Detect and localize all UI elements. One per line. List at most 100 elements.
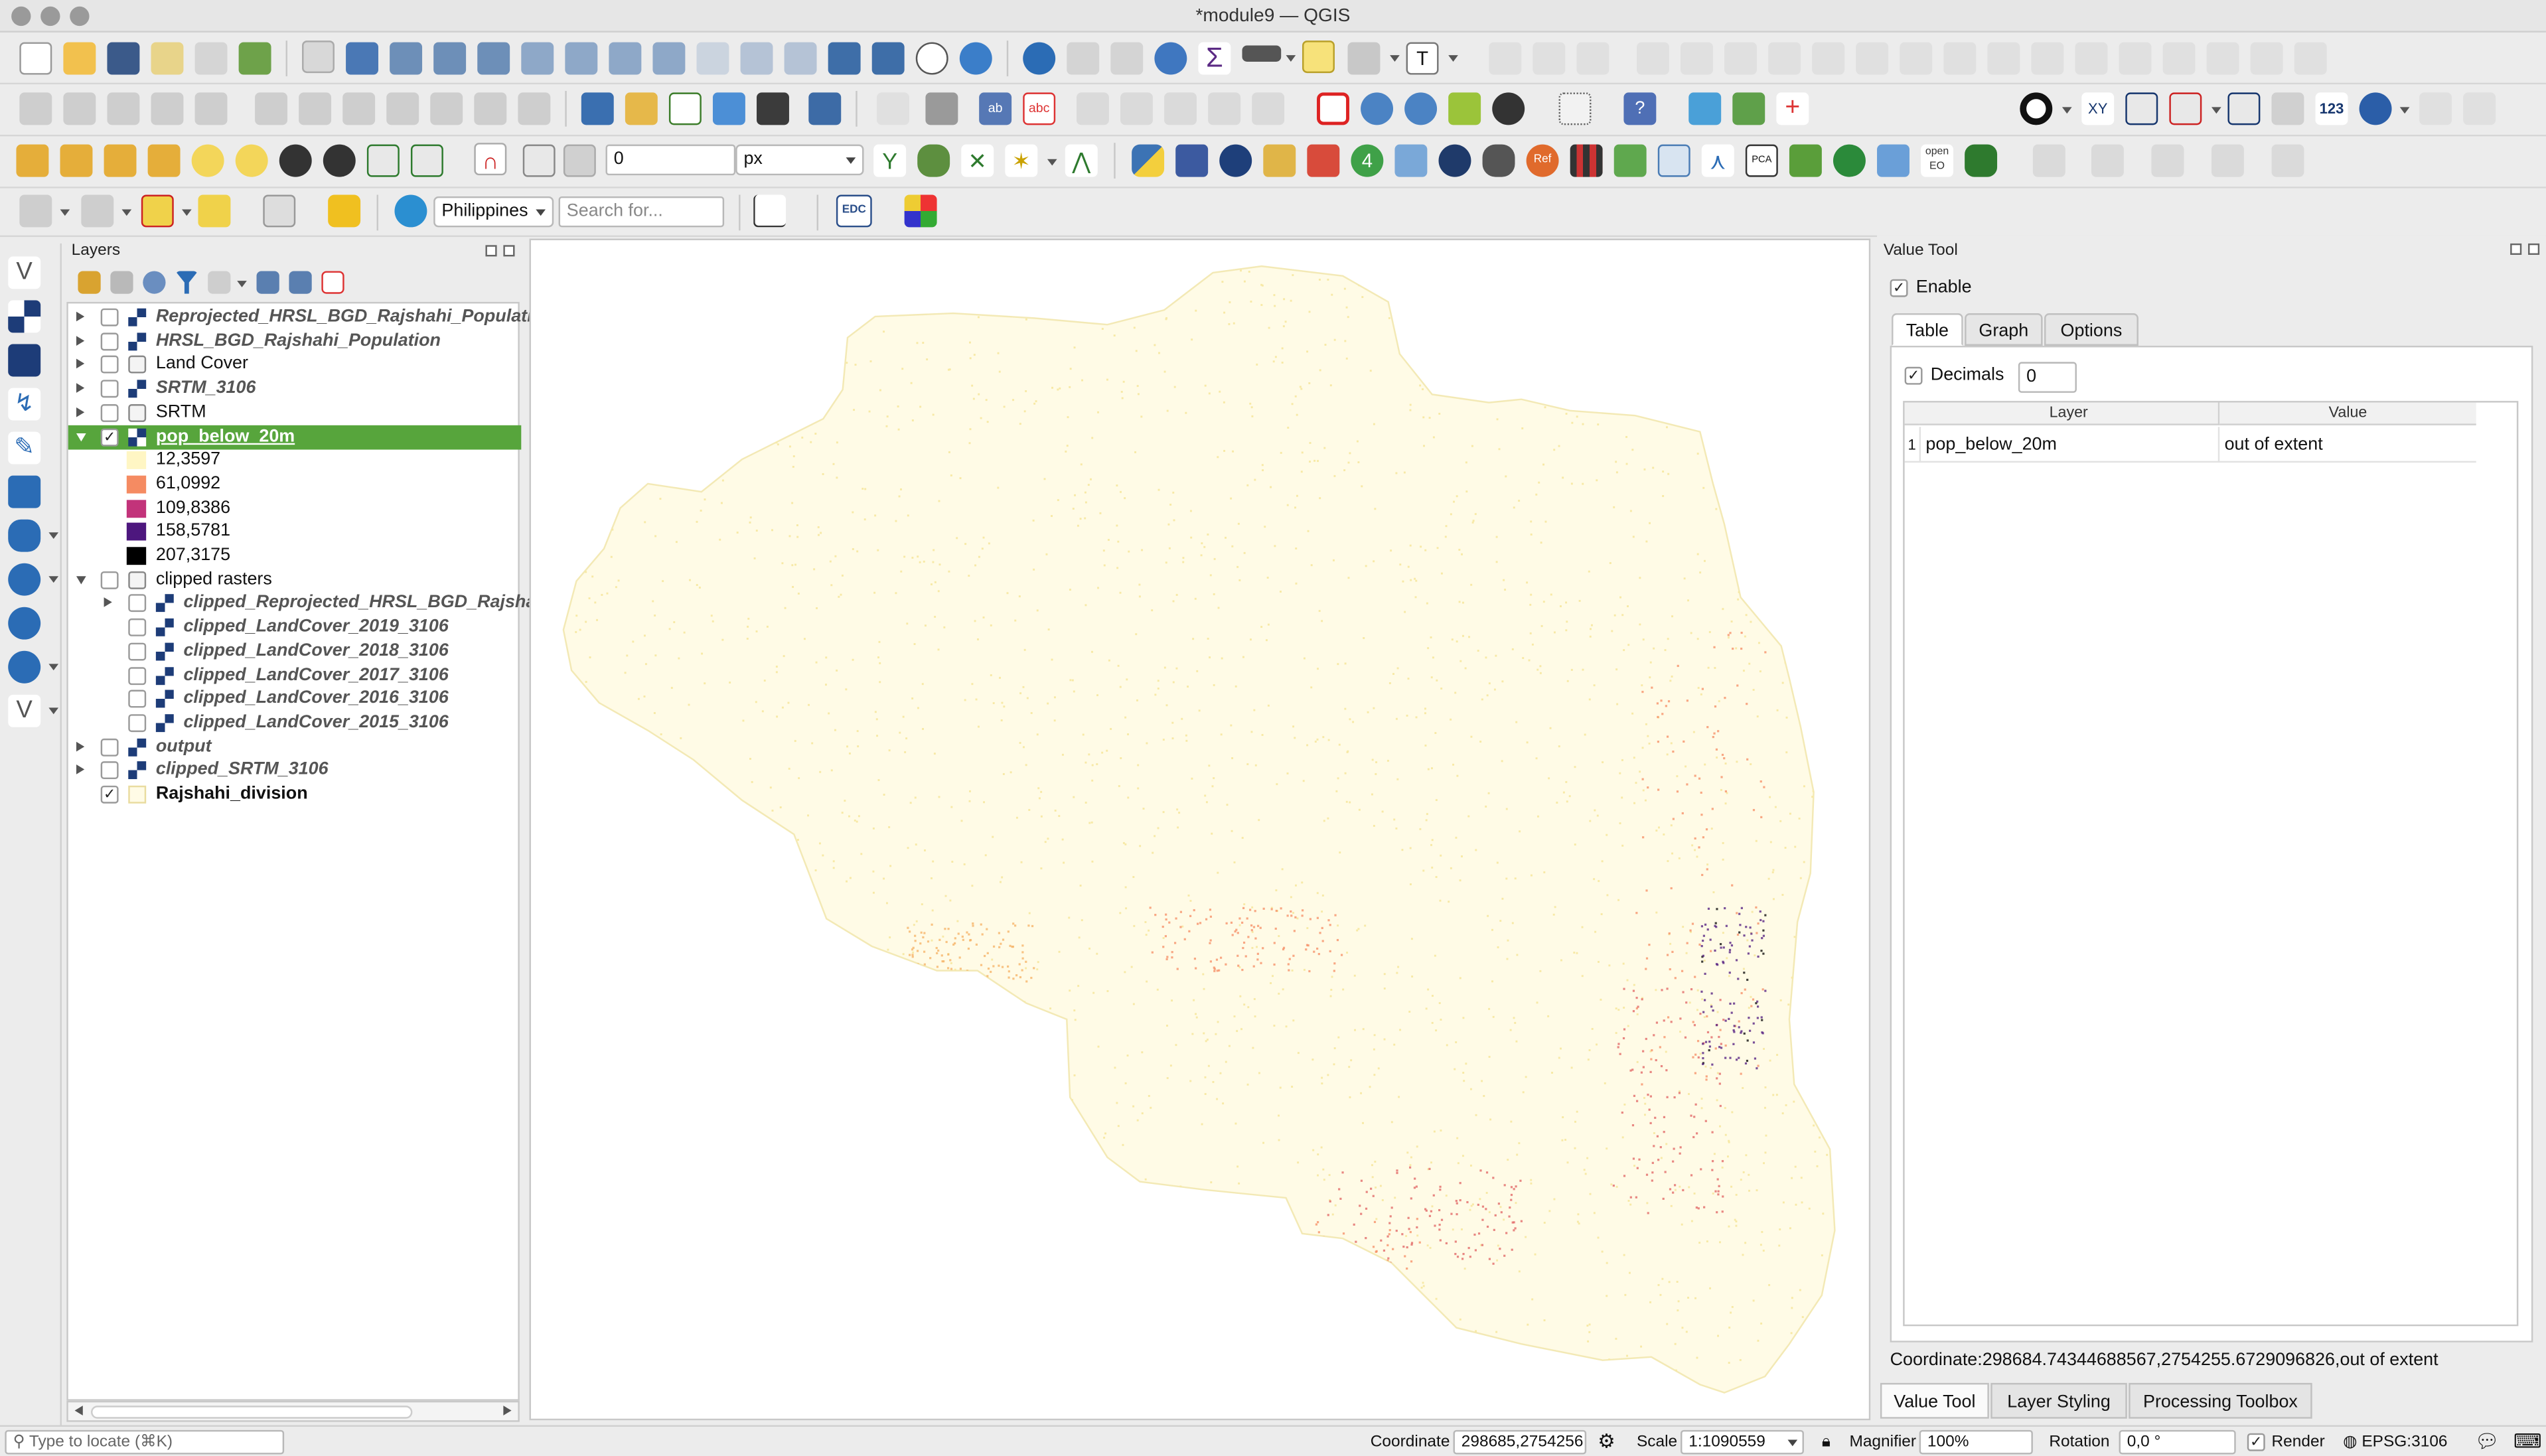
show-hide-label-icon[interactable] [1120,92,1153,125]
plugin-icon[interactable] [1965,144,1998,177]
plugin-icon[interactable] [2271,144,2304,177]
crs-button[interactable]: ◍ EPSG:3106 [2343,1427,2447,1456]
snapping-type-icon[interactable] [522,144,556,177]
show-bookmarks-icon[interactable] [871,42,905,75]
plugin-icon[interactable] [1263,144,1296,177]
field-calculator-icon[interactable] [1110,42,1144,75]
snap-tolerance-input[interactable]: 0 [605,144,736,176]
expand-arrow-icon[interactable] [76,741,85,751]
visibility-eye-icon[interactable] [143,271,166,294]
scroll-right-icon[interactable] [503,1406,512,1416]
move-label-icon[interactable] [1164,92,1197,125]
plugin-icon[interactable] [2032,144,2065,177]
zoom-last-icon[interactable] [652,42,686,75]
advanced-digitize-icon[interactable] [1987,42,2020,75]
expand-arrow-icon[interactable] [76,359,85,370]
new-shapefile-icon[interactable] [668,92,702,125]
layer-visibility-checkbox[interactable]: ✓ [100,427,119,446]
spatial-bookmark-icon[interactable] [16,144,49,177]
database-manager-icon[interactable] [581,92,614,125]
delete-selected-icon[interactable] [299,92,332,125]
layer-row[interactable]: clipped_LandCover_2015_3106 [68,711,522,735]
advanced-digitize-icon[interactable] [1768,42,1801,75]
layer-row[interactable]: output [68,735,522,759]
new-temporary-layer-icon[interactable] [712,92,745,125]
chevron-down-icon[interactable] [121,209,132,216]
globe-plugin-icon[interactable] [1404,92,1438,125]
intersection-tool-icon[interactable] [2169,92,2202,125]
plugin-icon[interactable] [2211,144,2244,177]
digitize-icon[interactable] [1533,42,1566,75]
number-tool-icon[interactable]: 123 [2315,92,2348,125]
expand-arrow-icon[interactable] [76,383,85,394]
layer-visibility-checkbox[interactable] [100,571,119,589]
chevron-down-icon[interactable] [181,209,192,216]
chevron-down-icon[interactable] [2399,107,2410,114]
scroll-thumb[interactable] [90,1406,413,1419]
toggle-editing-icon[interactable] [63,92,96,125]
advanced-digitize-icon[interactable] [2250,42,2283,75]
add-layer-icon[interactable] [366,144,400,177]
copy-features-icon[interactable] [386,92,419,125]
zoom-full-icon[interactable] [477,42,510,75]
save-edits-icon[interactable] [107,92,140,125]
collapse-arrow-icon[interactable] [76,432,86,441]
add-postgis-icon[interactable] [8,519,41,552]
plugin-icon[interactable] [1688,92,1722,125]
plugin-icon[interactable] [1394,144,1428,177]
ruler-tool-icon[interactable] [2271,92,2304,125]
snapping-mode-icon[interactable] [563,144,596,177]
current-edits-icon[interactable] [19,92,52,125]
chevron-down-icon[interactable] [2061,107,2072,114]
table-row[interactable]: 1 pop_below_20m out of extent [1904,427,2476,463]
advanced-digitize-icon[interactable] [1681,42,1713,75]
new-map-view-icon[interactable] [740,42,773,75]
add-delimited-text-icon[interactable]: ↯ [8,388,41,421]
snap-options-icon[interactable]: ⋀ [1065,144,1098,177]
expand-arrow-icon[interactable] [104,598,112,608]
rotation-spinbox[interactable]: 0,0 ° [2119,1429,2236,1455]
expand-arrow-icon[interactable] [76,335,85,346]
grid-icon[interactable] [1657,144,1690,177]
scroll-left-icon[interactable] [74,1406,83,1416]
layer-visibility-checkbox[interactable] [100,356,119,374]
measure-icon[interactable] [1242,45,1282,62]
layer-visibility-checkbox[interactable] [128,713,147,732]
paste-features-icon[interactable] [430,92,463,125]
layer-row[interactable]: ✓ Rajshahi_division [68,782,522,807]
plugin-icon[interactable] [1219,144,1252,177]
change-label-icon[interactable] [1252,92,1285,125]
layer-row[interactable]: clipped_LandCover_2017_3106 [68,663,522,688]
chevron-down-icon[interactable] [237,281,247,287]
chart-line-icon[interactable] [753,194,786,228]
zoom-next-icon[interactable] [696,42,729,75]
close-window-button[interactable] [11,6,31,27]
line-tool-icon[interactable] [2125,92,2158,125]
expand-all-icon[interactable] [256,271,279,294]
advanced-digitize-icon[interactable] [2294,42,2327,75]
bottom-tab-processing-toolbox[interactable]: Processing Toolbox [2129,1382,2312,1419]
layer-row[interactable]: clipped_LandCover_2016_3106 [68,687,522,711]
expand-arrow-icon[interactable] [76,407,85,417]
layer-row[interactable]: Reprojected_HRSL_BGD_Rajshahi_Populatic [68,305,542,330]
float-panel-icon[interactable] [485,245,497,257]
layer-visibility-checkbox[interactable] [100,380,119,398]
layer-row[interactable]: SRTM [68,401,522,425]
selection-tool-icon[interactable] [198,194,231,228]
layer-visibility-checkbox[interactable] [128,619,147,637]
layer-row[interactable]: clipped_LandCover_2019_3106 [68,615,522,640]
messages-icon[interactable]: 💬︎ [2474,1427,2499,1456]
temporal-clock-icon[interactable] [915,42,948,75]
help-icon[interactable]: ? [1623,92,1657,125]
expand-arrow-icon[interactable] [76,311,85,322]
plugin-4-icon[interactable]: 4 [1351,144,1384,177]
tracing-icon[interactable]: Y [873,144,907,177]
chevron-down-icon[interactable] [48,532,59,540]
plugin-icon[interactable] [2091,144,2124,177]
tab-graph[interactable]: Graph [1965,313,2043,346]
vertex-tool-icon[interactable] [194,92,228,125]
render-checkbox[interactable]: ✓ [2247,1433,2265,1451]
new-geopackage-icon[interactable] [625,92,658,125]
advanced-digitize-icon[interactable] [1943,42,1977,75]
attribute-table-icon[interactable] [1067,42,1100,75]
